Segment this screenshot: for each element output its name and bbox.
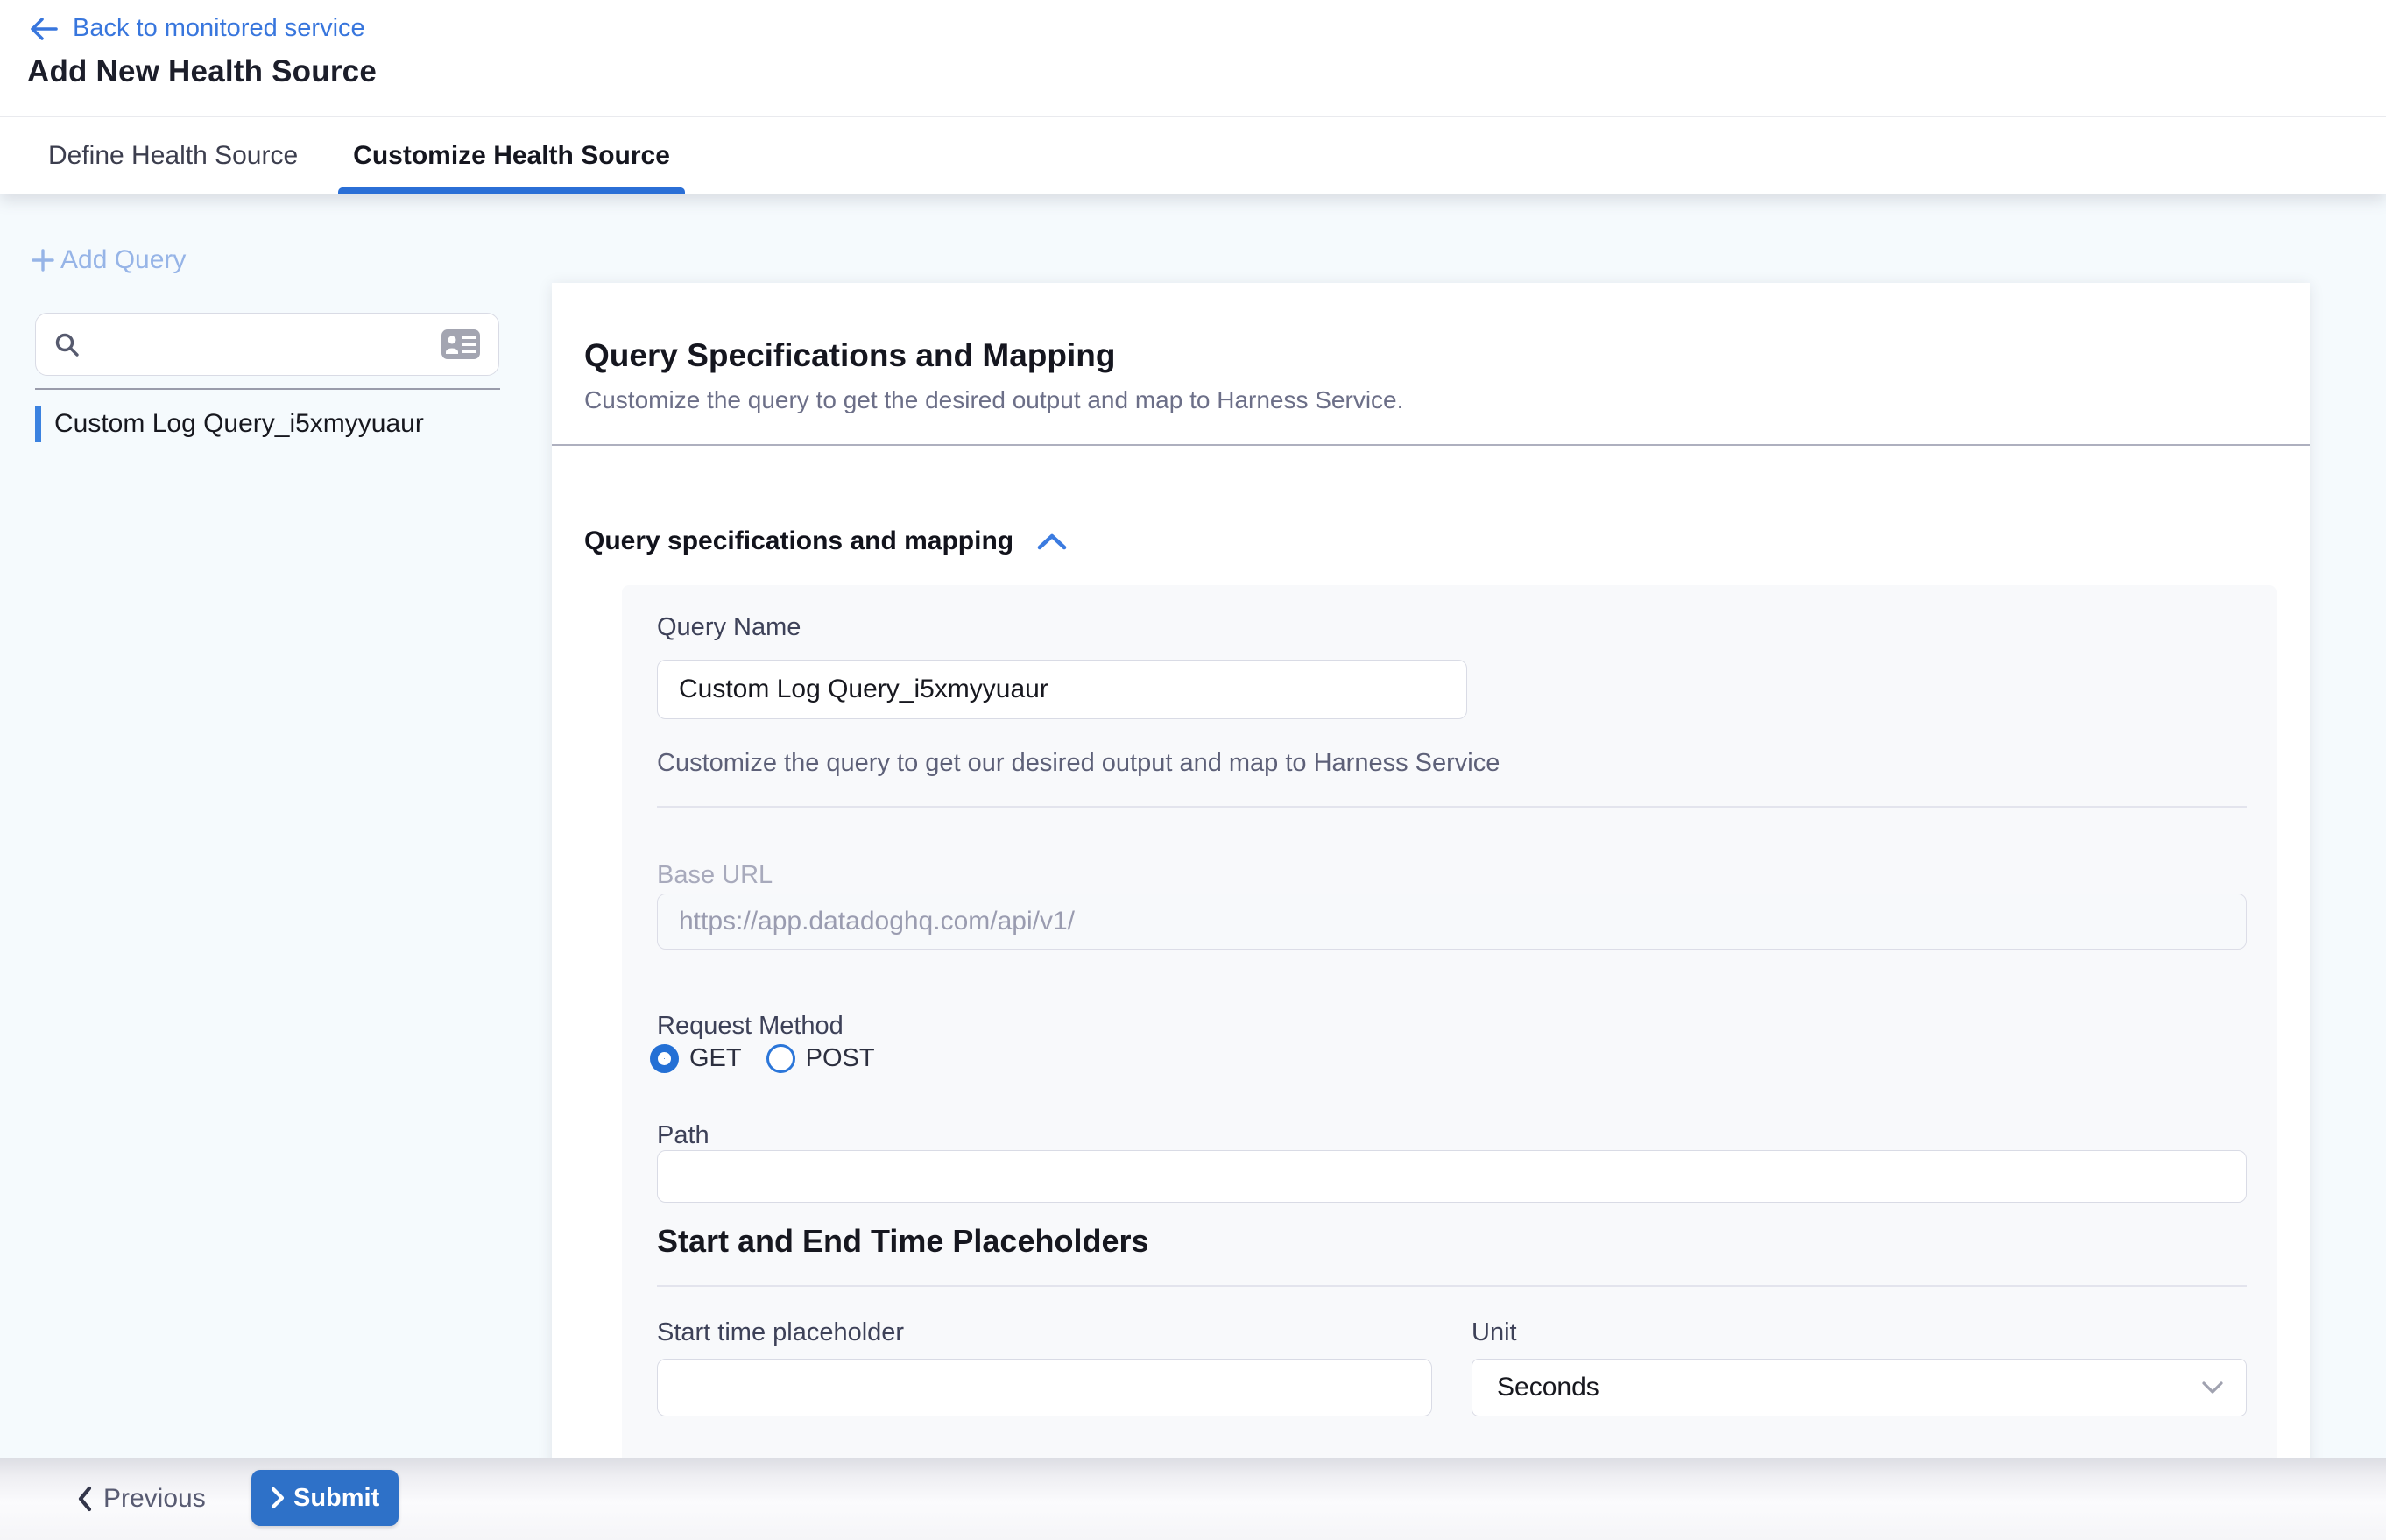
- query-name-input[interactable]: [657, 660, 1467, 719]
- radio-selected-icon: [650, 1044, 679, 1073]
- panel-heading: Query Specifications and Mapping: [584, 337, 1116, 374]
- page-header: Back to monitored service Add New Health…: [0, 0, 2386, 117]
- request-method-label: Request Method: [657, 1012, 844, 1041]
- add-query-button[interactable]: Add Query: [29, 245, 186, 275]
- search-icon: [53, 331, 80, 357]
- tab-customize-health-source[interactable]: Customize Health Source: [338, 117, 685, 194]
- query-search-input[interactable]: [92, 330, 441, 358]
- previous-button[interactable]: Previous: [77, 1484, 206, 1514]
- submit-button-label: Submit: [293, 1484, 379, 1513]
- unit-select-value: Seconds: [1497, 1373, 2200, 1402]
- radio-post-label: POST: [806, 1044, 875, 1073]
- radio-unselected-icon: [766, 1044, 795, 1073]
- request-method-radio-group: GET POST: [650, 1044, 875, 1073]
- plus-icon: [29, 246, 57, 274]
- panel-subtitle: Customize the query to get the desired o…: [584, 386, 1403, 414]
- tab-define-health-source[interactable]: Define Health Source: [48, 117, 298, 194]
- query-name-description: Customize the query to get our desired o…: [657, 749, 1500, 778]
- card-divider: [657, 806, 2247, 808]
- base-url-label: Base URL: [657, 861, 773, 890]
- chevron-up-icon: [1036, 530, 1068, 553]
- radio-option-post[interactable]: POST: [766, 1044, 875, 1073]
- tab-customize-label: Customize Health Source: [353, 141, 670, 171]
- unit-label: Unit: [1472, 1318, 1517, 1347]
- sidebar-divider: [35, 388, 500, 390]
- back-link-label: Back to monitored service: [73, 14, 365, 43]
- submit-button[interactable]: Submit: [251, 1470, 399, 1526]
- chevron-left-icon: [77, 1486, 93, 1512]
- health-source-tabbar: Define Health Source Customize Health So…: [0, 117, 2386, 194]
- page-title: Add New Health Source: [27, 54, 377, 89]
- add-query-label: Add Query: [60, 245, 186, 275]
- query-form-card: Query Name Customize the query to get ou…: [622, 585, 2277, 1540]
- section-label: Query specifications and mapping: [584, 526, 1013, 556]
- path-label: Path: [657, 1121, 709, 1150]
- chevron-right-icon: [271, 1487, 285, 1509]
- start-time-label: Start time placeholder: [657, 1318, 904, 1347]
- previous-button-label: Previous: [103, 1484, 206, 1514]
- radio-option-get[interactable]: GET: [650, 1044, 742, 1073]
- contact-card-icon[interactable]: [441, 328, 481, 360]
- panel-divider: [552, 444, 2310, 446]
- unit-select[interactable]: Seconds: [1472, 1359, 2247, 1416]
- query-name-label: Query Name: [657, 613, 801, 642]
- path-input[interactable]: [657, 1150, 2247, 1203]
- wizard-footer: Previous Submit: [0, 1458, 2386, 1540]
- query-search-box: [35, 313, 499, 376]
- query-list-item[interactable]: Custom Log Query_i5xmyyuaur: [35, 403, 424, 445]
- section-toggle-row[interactable]: Query specifications and mapping: [584, 526, 1068, 556]
- start-time-input[interactable]: [657, 1359, 1432, 1416]
- arrow-left-icon: [29, 16, 59, 42]
- base-url-input[interactable]: [657, 894, 2247, 950]
- query-spec-panel: Query Specifications and Mapping Customi…: [552, 283, 2310, 1540]
- time-placeholders-heading: Start and End Time Placeholders: [657, 1223, 1149, 1260]
- tab-define-label: Define Health Source: [48, 141, 298, 171]
- chevron-down-icon: [2200, 1380, 2225, 1395]
- card-divider-2: [657, 1285, 2247, 1287]
- back-link[interactable]: Back to monitored service: [29, 14, 365, 43]
- radio-get-label: GET: [689, 1044, 742, 1073]
- query-list-item-label: Custom Log Query_i5xmyyuaur: [54, 409, 424, 439]
- selected-indicator-bar: [35, 406, 41, 442]
- add-health-source-page: Back to monitored service Add New Health…: [0, 0, 2386, 1540]
